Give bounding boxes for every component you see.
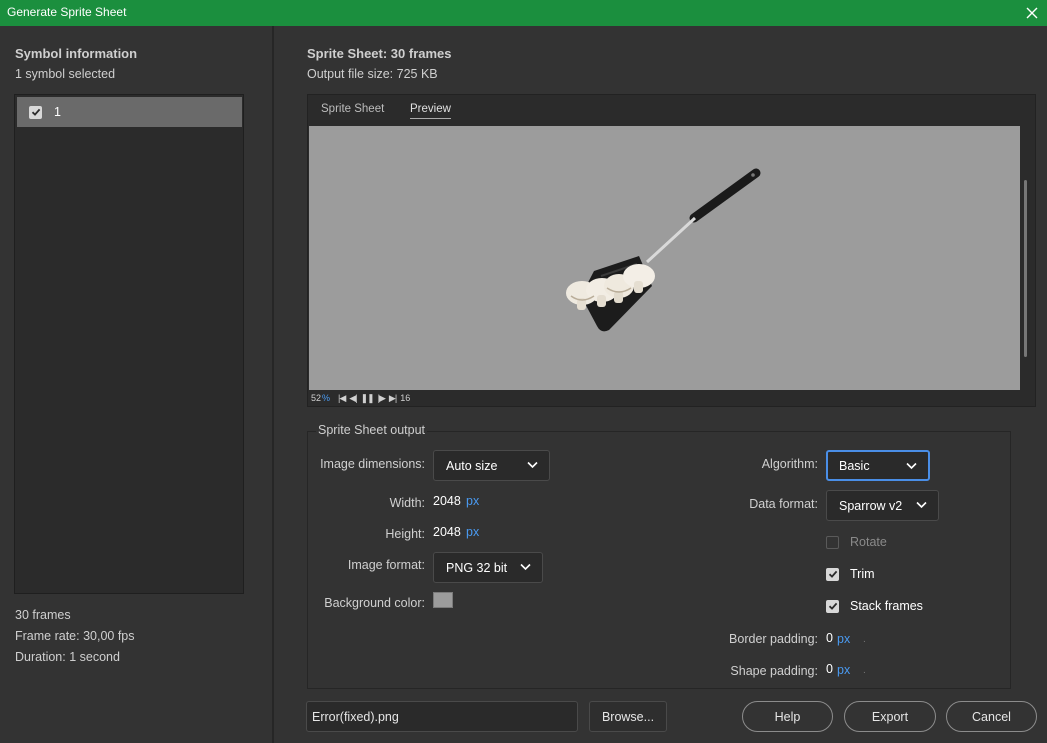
background-color-swatch[interactable] — [433, 592, 453, 608]
chevron-down-icon — [906, 462, 917, 470]
symbol-selected-count: 1 symbol selected — [15, 67, 116, 81]
preview-panel: Sprite Sheet Preview 52 % |◀ ◀| ❚❚ |▶ ▶|… — [307, 94, 1036, 407]
checkbox-icon — [826, 535, 839, 549]
image-format-value: PNG 32 bit — [446, 560, 508, 575]
symbol-list: 1 — [14, 94, 244, 594]
title-bar: Generate Sprite Sheet — [0, 0, 1047, 26]
preview-canvas — [309, 126, 1020, 390]
width-unit: px — [466, 494, 480, 508]
chevron-down-icon — [520, 563, 531, 571]
step-forward-icon[interactable]: |▶ — [378, 393, 386, 404]
help-button[interactable]: Help — [742, 701, 833, 732]
frame-rate: Frame rate: 30,00 fps — [15, 629, 135, 643]
tab-sprite-sheet[interactable]: Sprite Sheet — [321, 103, 384, 118]
rotate-checkbox[interactable]: Rotate — [826, 535, 887, 549]
first-frame-icon[interactable]: |◀ — [338, 393, 346, 404]
zoom-value[interactable]: 52 — [311, 393, 321, 403]
cancel-button[interactable]: Cancel — [946, 701, 1037, 732]
height-label: Height: — [385, 527, 425, 541]
image-format-select[interactable]: PNG 32 bit — [433, 552, 543, 583]
current-frame: 16 — [400, 393, 411, 403]
frames-count: 30 frames — [15, 608, 71, 622]
checkbox-icon — [826, 567, 839, 581]
window-title: Generate Sprite Sheet — [7, 5, 127, 19]
chevron-down-icon — [527, 461, 538, 469]
stack-frames-checkbox[interactable]: Stack frames — [826, 599, 923, 613]
shape-padding-unit: px — [837, 663, 851, 677]
trim-checkbox[interactable]: Trim — [826, 567, 875, 581]
sprite-sheet-output-legend: Sprite Sheet output — [316, 423, 428, 437]
width-label: Width: — [389, 496, 425, 510]
image-dimensions-select[interactable]: Auto size — [433, 450, 550, 481]
export-button[interactable]: Export — [844, 701, 936, 732]
data-format-label: Data format: — [749, 497, 818, 511]
symbol-info-panel: Symbol information 1 symbol selected 1 3… — [0, 26, 274, 743]
height-unit: px — [466, 525, 480, 539]
checkmark-icon — [828, 570, 837, 578]
shape-padding-label: Shape padding: — [730, 664, 818, 678]
step-back-icon[interactable]: ◀| — [349, 393, 357, 404]
data-format-select[interactable]: Sparrow v2 — [826, 490, 939, 521]
chevron-down-icon — [916, 501, 927, 509]
algorithm-value: Basic — [839, 458, 870, 473]
shape-padding-value[interactable]: 0 — [826, 662, 833, 676]
border-padding-label: Border padding: — [729, 632, 818, 646]
rotate-label: Rotate — [850, 535, 887, 549]
close-button[interactable] — [1017, 0, 1047, 26]
trim-label: Trim — [850, 567, 875, 581]
zoom-unit: % — [322, 393, 331, 403]
close-icon — [1026, 7, 1038, 19]
playback-controls: 52 % |◀ ◀| ❚❚ |▶ ▶| 16 — [309, 391, 1020, 405]
preview-scrollbar[interactable] — [1024, 180, 1027, 357]
image-dimensions-label: Image dimensions: — [320, 457, 425, 471]
border-padding-value[interactable]: 0 — [826, 631, 833, 645]
width-value[interactable]: 2048 — [433, 494, 461, 508]
border-padding-unit: px — [837, 632, 851, 646]
algorithm-label: Algorithm: — [761, 457, 818, 471]
image-format-label: Image format: — [347, 558, 425, 572]
symbol-info-heading: Symbol information — [15, 46, 138, 61]
shape-padding-dot: . — [863, 665, 866, 676]
symbol-label: 1 — [54, 105, 61, 119]
sprite-sheet-heading: Sprite Sheet: 30 frames — [307, 46, 452, 61]
algorithm-select[interactable]: Basic — [826, 450, 930, 481]
browse-button[interactable]: Browse... — [589, 701, 667, 732]
symbol-list-item[interactable]: 1 — [17, 97, 242, 127]
spatula-with-mushrooms-image — [566, 168, 761, 332]
image-dimensions-value: Auto size — [446, 458, 498, 473]
last-frame-icon[interactable]: ▶| — [389, 393, 397, 404]
data-format-value: Sparrow v2 — [839, 498, 903, 513]
checkbox-icon — [826, 599, 839, 613]
background-color-label: Background color: — [324, 596, 425, 610]
checkmark-icon — [828, 602, 837, 610]
border-padding-dot: . — [863, 634, 866, 645]
tab-preview[interactable]: Preview — [410, 103, 451, 119]
height-value[interactable]: 2048 — [433, 525, 461, 539]
pause-icon[interactable]: ❚❚ — [361, 393, 375, 404]
symbol-checkbox[interactable] — [29, 105, 42, 119]
stack-frames-label: Stack frames — [850, 599, 923, 613]
output-file-size: Output file size: 725 KB — [307, 67, 438, 81]
duration: Duration: 1 second — [15, 650, 120, 664]
checkmark-icon — [31, 108, 40, 116]
output-filename-input[interactable] — [306, 701, 578, 732]
